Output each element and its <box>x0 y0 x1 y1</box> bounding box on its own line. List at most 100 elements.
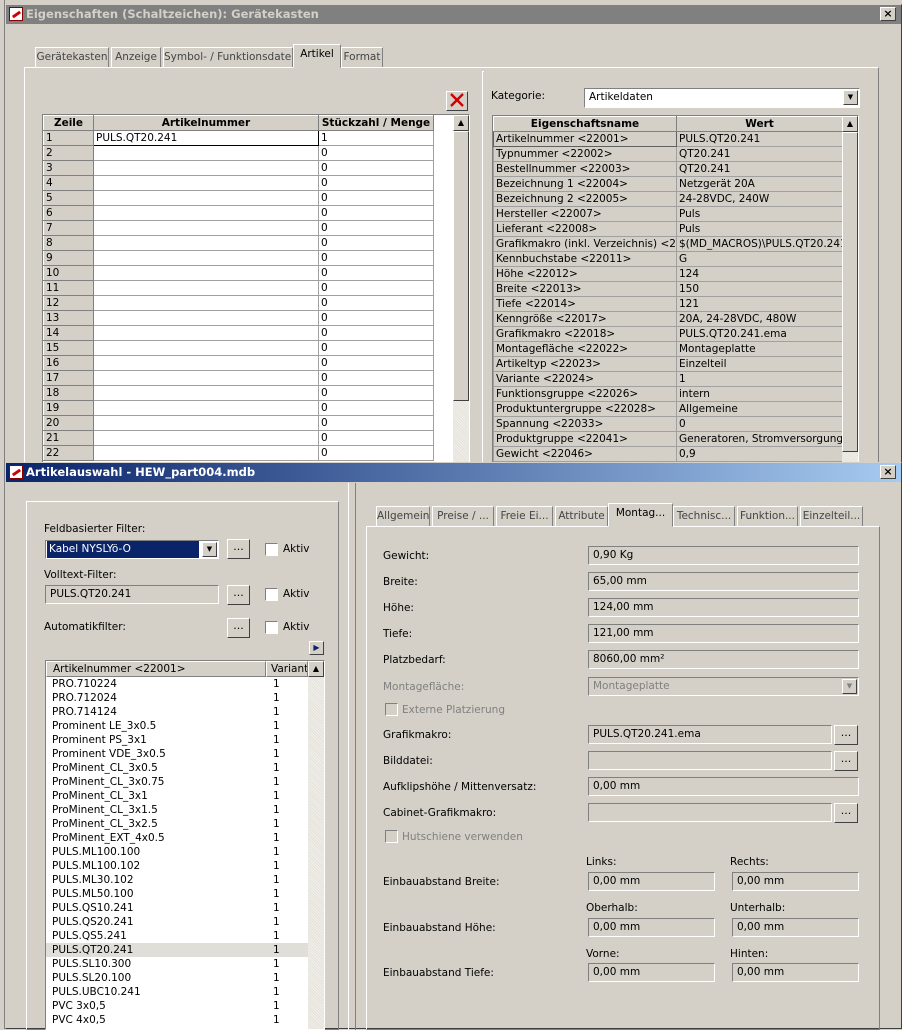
list-item[interactable]: ProMinent_EXT_4x0.5 1 <box>46 831 308 845</box>
table-row[interactable]: 50 <box>43 190 454 206</box>
artikelnummer-cell[interactable] <box>93 400 319 416</box>
kategorie-select[interactable]: Artikeldaten ▼ <box>584 88 860 108</box>
stueckzahl-cell[interactable]: 0 <box>318 415 434 431</box>
table-row[interactable]: Typnummer <22002> QT20.241 <box>493 146 843 162</box>
table-row[interactable]: Spannung <22033> 0 <box>493 416 843 432</box>
list-item[interactable]: Prominent PS_3x1 1 <box>46 733 308 747</box>
scroll-up-icon[interactable]: ▲ <box>842 116 858 132</box>
property-name-cell[interactable]: Artikelnummer <22001> <box>493 131 677 147</box>
feldfilter-select[interactable]: Kabel NYSLYö-O ▼ <box>45 540 219 559</box>
stueckzahl-cell[interactable]: 0 <box>318 280 434 296</box>
einbauabstand-hinten-field[interactable]: 0,00 mm <box>732 963 859 982</box>
table-row[interactable]: 40 <box>43 175 454 191</box>
table-row[interactable]: Artikeltyp <22023> Einzelteil <box>493 356 843 372</box>
list-item[interactable]: PULS.QS10.241 1 <box>46 901 308 915</box>
table-row[interactable]: Bestellnummer <22003> QT20.241 <box>493 161 843 177</box>
table-row[interactable]: 70 <box>43 220 454 236</box>
stueckzahl-cell[interactable]: 0 <box>318 250 434 266</box>
table-row[interactable]: 21 0 <box>43 430 454 446</box>
volltext-aktiv-checkbox[interactable] <box>265 588 278 601</box>
list-item[interactable]: PRO.714124 1 <box>46 705 308 719</box>
stueckzahl-cell[interactable]: 0 <box>318 265 434 281</box>
table-row[interactable]: 19 0 <box>43 400 454 416</box>
tab-geraetekasten[interactable]: Gerätekasten <box>35 47 109 68</box>
property-value-cell[interactable]: G <box>676 251 843 267</box>
tab-preise[interactable]: Preise / ... <box>432 506 494 527</box>
table-row[interactable]: 17 0 <box>43 370 454 386</box>
tab-funktionen[interactable]: Funktion... <box>737 506 798 527</box>
list-item[interactable]: ProMinent_CL_3x2.5 1 <box>46 817 308 831</box>
property-name-cell[interactable]: Bezeichnung 2 <22005> <box>493 191 677 207</box>
article-grid-scrollbar[interactable]: ▲ <box>453 115 469 462</box>
list-item[interactable]: PULS.ML100.102 1 <box>46 859 308 873</box>
tab-allgemein[interactable]: Allgemein <box>376 506 430 527</box>
table-row[interactable]: 80 <box>43 235 454 251</box>
list-item[interactable]: PULS.UBC10.241 1 <box>46 985 308 999</box>
scroll-up-icon[interactable]: ▲ <box>308 661 324 677</box>
property-name-cell[interactable]: Produktgruppe <22041> <box>493 431 677 447</box>
automatikfilter-dots-button[interactable]: ... <box>227 618 250 638</box>
col-stueckzahl[interactable]: Stückzahl / Menge <box>318 115 434 131</box>
list-item[interactable]: PRO.710224 1 <box>46 677 308 691</box>
list-item[interactable]: PVC 3x0,5 1 <box>46 999 308 1013</box>
table-row[interactable]: 90 <box>43 250 454 266</box>
list-item[interactable]: PULS.ML100.100 1 <box>46 845 308 859</box>
volltext-dots-button[interactable]: ... <box>227 585 250 605</box>
table-row[interactable]: Produktgruppe <22041> Generatoren, Stromv… <box>493 431 843 447</box>
table-row[interactable]: Höhe <22012> 124 <box>493 266 843 282</box>
table-row[interactable]: 16 0 <box>43 355 454 371</box>
tab-montage[interactable]: Montag... <box>608 503 673 527</box>
stueckzahl-cell[interactable]: 0 <box>318 340 434 356</box>
property-value-cell[interactable]: PULS.QT20.241 <box>676 131 843 147</box>
stueckzahl-cell[interactable]: 0 <box>318 145 434 161</box>
list-item[interactable]: Prominent LE_3x0.5 1 <box>46 719 308 733</box>
table-row[interactable]: 11 0 <box>43 280 454 296</box>
property-value-cell[interactable]: $(MD_MACROS)\PULS.QT20.241.e <box>676 236 843 252</box>
artikelnummer-cell[interactable] <box>93 145 319 161</box>
property-value-cell[interactable]: QT20.241 <box>676 161 843 177</box>
table-row[interactable]: 10 0 <box>43 265 454 281</box>
property-name-cell[interactable]: Bestellnummer <22003> <box>493 161 677 177</box>
table-row[interactable]: Montagefläche <22022> Montageplatte <box>493 341 843 357</box>
tab-anzeige[interactable]: Anzeige <box>111 47 161 68</box>
property-value-cell[interactable]: Montageplatte <box>676 341 843 357</box>
artikelnummer-cell[interactable] <box>93 280 319 296</box>
property-name-cell[interactable]: Gewicht <22046> <box>493 446 677 462</box>
stueckzahl-cell[interactable]: 0 <box>318 295 434 311</box>
artikelnummer-cell[interactable]: PULS.QT20.241 <box>93 130 319 146</box>
table-row[interactable]: 18 0 <box>43 385 454 401</box>
table-row[interactable]: 15 0 <box>43 340 454 356</box>
artikelnummer-cell[interactable] <box>93 295 319 311</box>
col-wert[interactable]: Wert <box>676 116 843 132</box>
artikelnummer-cell[interactable] <box>93 190 319 206</box>
feldfilter-dots-button[interactable]: ... <box>227 539 250 559</box>
list-item[interactable]: PULS.SL20.100 1 <box>46 971 308 985</box>
aufklipshoehe-field[interactable]: 0,00 mm <box>588 777 859 796</box>
chevron-down-icon[interactable]: ▼ <box>843 90 858 105</box>
close-button[interactable]: × <box>880 465 896 479</box>
artikelnummer-cell[interactable] <box>93 385 319 401</box>
property-value-cell[interactable]: 150 <box>676 281 843 297</box>
stueckzahl-cell[interactable]: 0 <box>318 190 434 206</box>
tab-attribute[interactable]: Attribute <box>555 506 608 527</box>
property-name-cell[interactable]: Hersteller <22007> <box>493 206 677 222</box>
artikelnummer-cell[interactable] <box>93 250 319 266</box>
list-item[interactable]: PULS.SL10.300 1 <box>46 957 308 971</box>
property-name-cell[interactable]: Lieferant <22008> <box>493 221 677 237</box>
property-name-cell[interactable]: Grafikmakro (inkl. Verzeichnis) <22... <box>493 236 677 252</box>
property-name-cell[interactable]: Kennbuchstabe <22011> <box>493 251 677 267</box>
list-item[interactable]: Prominent VDE_3x0.5 1 <box>46 747 308 761</box>
einbauabstand-rechts-field[interactable]: 0,00 mm <box>732 872 859 891</box>
table-row[interactable]: Kenngröße <22017> 20A, 24-28VDC, 480W <box>493 311 843 327</box>
table-row[interactable]: Hersteller <22007> Puls <box>493 206 843 222</box>
list-item[interactable]: PRO.712024 1 <box>46 691 308 705</box>
externe-platzierung-checkbox[interactable] <box>385 703 398 716</box>
table-row[interactable]: Kennbuchstabe <22011> G <box>493 251 843 267</box>
stueckzahl-cell[interactable]: 0 <box>318 385 434 401</box>
einbauabstand-vorne-field[interactable]: 0,00 mm <box>588 963 715 982</box>
chevron-down-icon[interactable]: ▼ <box>202 542 217 557</box>
table-row[interactable]: Artikelnummer <22001> PULS.QT20.241 <box>493 131 843 147</box>
table-row[interactable]: Gewicht <22046> 0,9 <box>493 446 843 462</box>
artikelnummer-cell[interactable] <box>93 220 319 236</box>
property-value-cell[interactable]: 0 <box>676 416 843 432</box>
